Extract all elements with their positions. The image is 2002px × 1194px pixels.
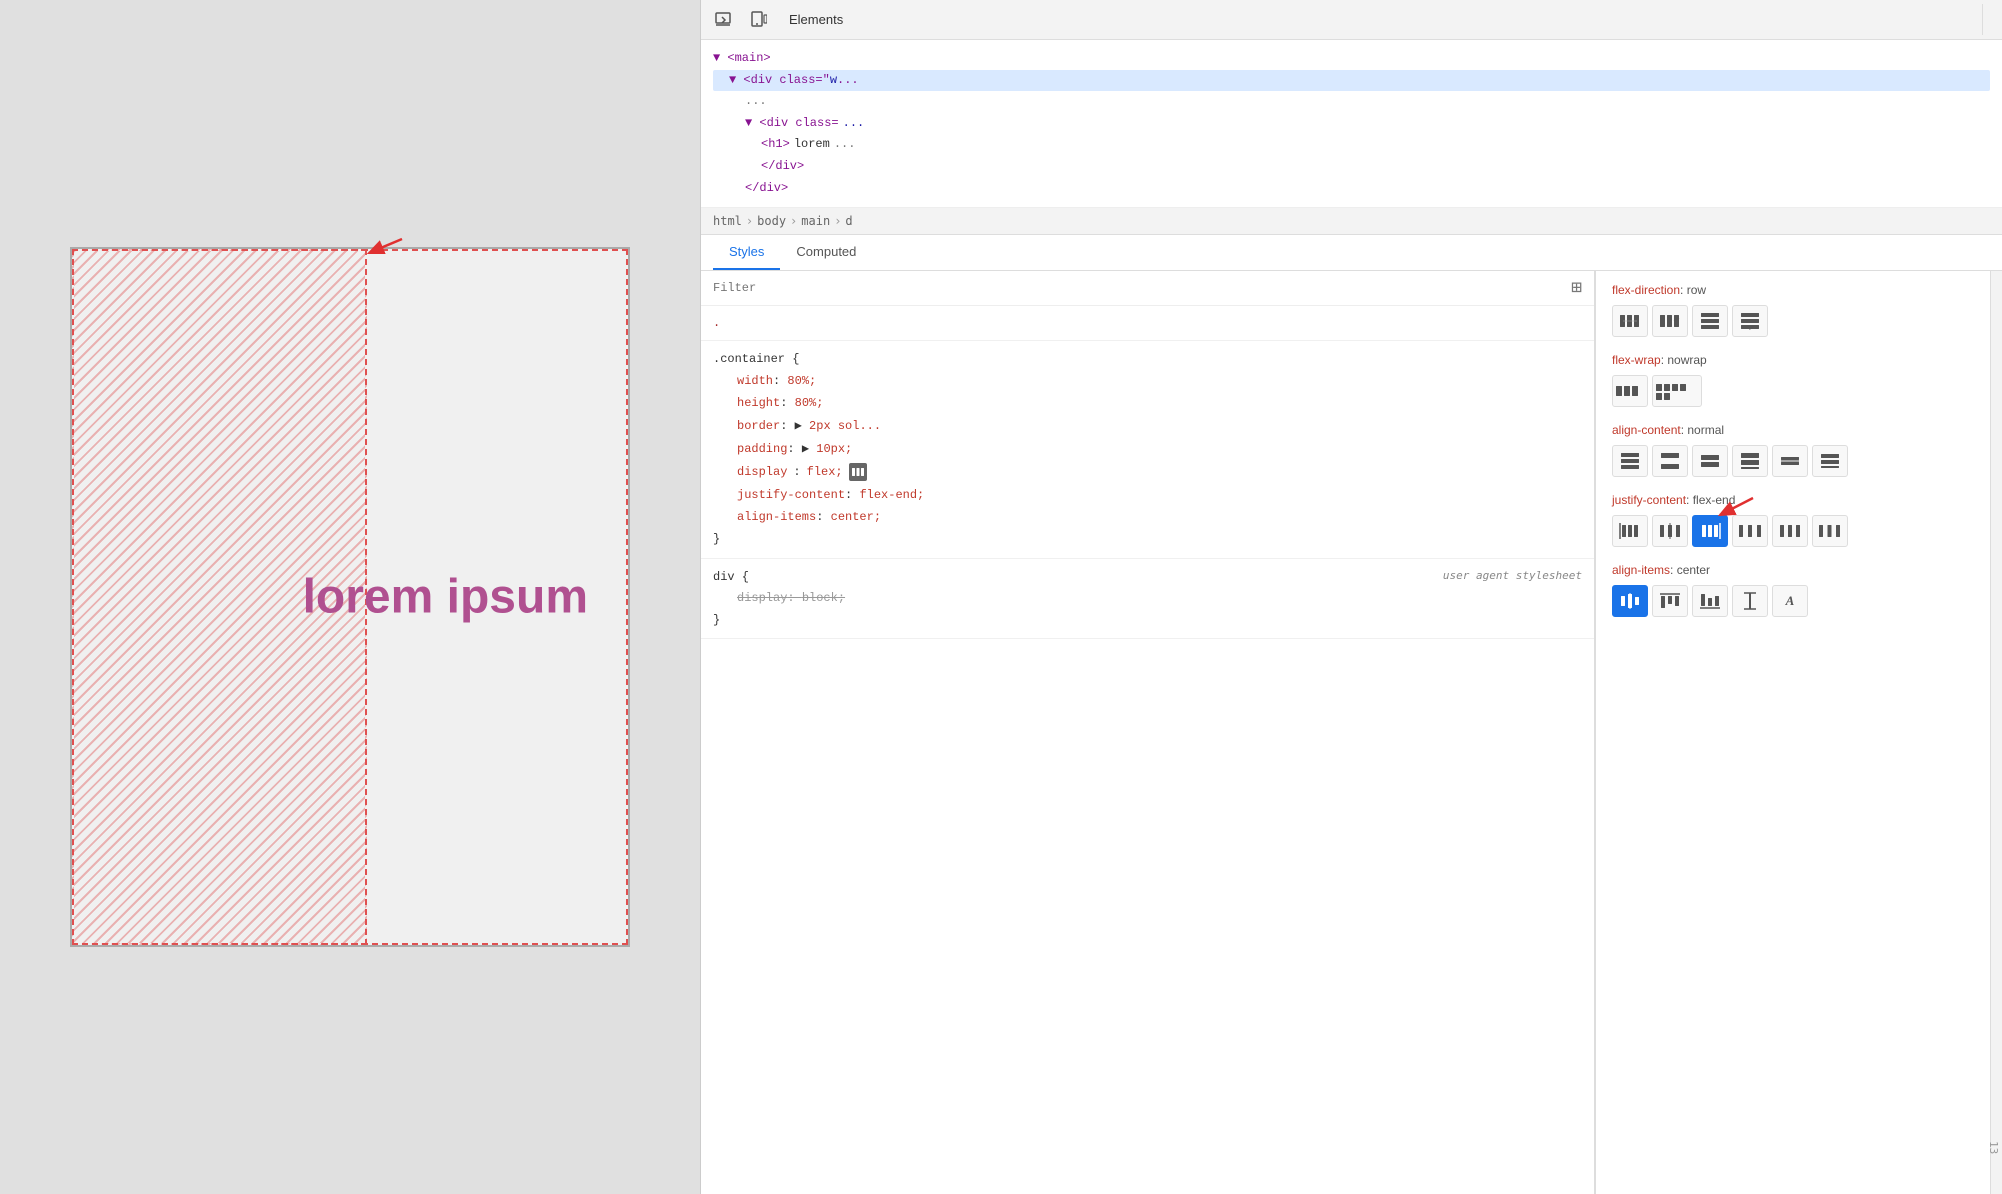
prop-display[interactable]: display: flex;	[737, 461, 1582, 484]
tree-line-div1[interactable]: ▼ <div class="w...	[713, 70, 1990, 92]
css-properties: width: 80%; height: 80%; border: ▶ 2px s…	[713, 370, 1582, 530]
align-items-btn-4[interactable]	[1732, 585, 1768, 617]
flex-wrap-nowrap-btn[interactable]	[1612, 375, 1648, 407]
devtools-tabs: Styles Computed	[701, 235, 2002, 271]
tree-line-ellipsis[interactable]: ...	[713, 91, 1990, 113]
align-items-label: align-items: center	[1612, 563, 1974, 577]
prop-border[interactable]: border: ▶ 2px sol...	[737, 415, 1582, 438]
flex-wrap-icons	[1612, 375, 1974, 407]
breadcrumb: html › body › main › d	[701, 208, 2002, 235]
line-13-indicator: 13	[1987, 1141, 2000, 1154]
tab-styles[interactable]: Styles	[713, 235, 780, 270]
justify-content-btn-4[interactable]	[1732, 515, 1768, 547]
align-items-btn-1[interactable]	[1612, 585, 1648, 617]
partial-dot: .	[713, 314, 1582, 332]
preview-box: lorem ipsum	[70, 247, 630, 947]
justify-content-btn-3[interactable]	[1692, 515, 1728, 547]
devtools-main: ⊞ . .container { width: 80%; height: 80%…	[701, 271, 2002, 1194]
flex-direction-section: flex-direction: row	[1612, 283, 1974, 337]
breadcrumb-html[interactable]: html	[713, 214, 742, 228]
justify-content-label: justify-content: flex-end	[1612, 493, 1974, 507]
align-content-btn-6[interactable]	[1812, 445, 1848, 477]
align-content-label: align-content: normal	[1612, 423, 1974, 437]
devtools-toolbar: Elements	[701, 0, 2002, 40]
prop-width[interactable]: width: 80%;	[737, 370, 1582, 393]
user-agent-comment: user agent stylesheet	[1443, 567, 1582, 587]
inspect-button[interactable]	[709, 6, 737, 34]
tree-line-main[interactable]: ▼ <main>	[713, 48, 1990, 70]
tree-line-h1[interactable]: <h1>lorem...	[713, 134, 1990, 156]
flex-wrap-wrap-btn[interactable]	[1652, 375, 1702, 407]
devtools-scrollbar[interactable]	[1990, 271, 2002, 1194]
tree-line-div-close1[interactable]: </div>	[713, 156, 1990, 178]
prop-align-items[interactable]: align-items: center;	[737, 506, 1582, 529]
brace-close-container: }	[713, 529, 1582, 549]
styles-panel: ⊞ . .container { width: 80%; height: 80%…	[701, 271, 1595, 1194]
align-content-btn-2[interactable]	[1652, 445, 1688, 477]
align-items-btn-3[interactable]	[1692, 585, 1728, 617]
arrow-indicator	[327, 231, 407, 266]
align-items-section: align-items: center	[1612, 563, 1974, 617]
tab-computed[interactable]: Computed	[780, 235, 872, 270]
lorem-ipsum-text: lorem ipsum	[303, 570, 588, 625]
css-rule-div: div { user agent stylesheet display: blo…	[701, 559, 1594, 640]
justify-content-btn-1[interactable]	[1612, 515, 1648, 547]
justify-content-btn-2[interactable]	[1652, 515, 1688, 547]
flex-direction-label: flex-direction: row	[1612, 283, 1974, 297]
selector-div[interactable]: div {	[713, 567, 749, 587]
div-selector-row: div { user agent stylesheet	[713, 567, 1582, 587]
preview-panel: lorem ipsum	[0, 0, 700, 1194]
prop-justify-content[interactable]: justify-content: flex-end;	[737, 484, 1582, 507]
align-items-btn-5[interactable]: A	[1772, 585, 1808, 617]
align-content-section: align-content: normal	[1612, 423, 1974, 477]
flex-dir-row-reverse-btn[interactable]	[1652, 305, 1688, 337]
align-content-btn-1[interactable]	[1612, 445, 1648, 477]
align-content-icons	[1612, 445, 1974, 477]
brace-close-div: }	[713, 610, 1582, 630]
flex-wrap-section: flex-wrap: nowrap	[1612, 353, 1974, 407]
prop-display-block[interactable]: display: block;	[737, 587, 1582, 610]
breadcrumb-d[interactable]: d	[845, 214, 852, 228]
prop-padding[interactable]: padding: ▶ 10px;	[737, 438, 1582, 461]
breadcrumb-main[interactable]: main	[801, 214, 830, 228]
align-content-btn-5[interactable]	[1772, 445, 1808, 477]
div-properties: display: block;	[713, 587, 1582, 610]
active-panel-label: Elements	[781, 12, 851, 27]
css-rule-container: .container { width: 80%; height: 80%; bo…	[701, 341, 1594, 558]
flex-dir-row-btn[interactable]	[1612, 305, 1648, 337]
tree-line-div-close2[interactable]: </div>	[713, 178, 1990, 200]
flex-badge-icon[interactable]	[849, 463, 867, 481]
flex-dir-column-btn[interactable]	[1692, 305, 1728, 337]
filter-input[interactable]	[713, 281, 1563, 295]
flex-inspector-panel: flex-direction: row	[1595, 271, 1990, 1194]
breadcrumb-body[interactable]: body	[757, 214, 786, 228]
prop-height[interactable]: height: 80%;	[737, 392, 1582, 415]
justify-content-icons-row	[1612, 515, 1974, 547]
align-content-btn-3[interactable]	[1692, 445, 1728, 477]
align-items-btn-2[interactable]	[1652, 585, 1688, 617]
align-items-icons: A	[1612, 585, 1974, 617]
filter-bar: ⊞	[701, 271, 1594, 306]
scrollbar-stub	[1982, 4, 1994, 35]
justify-content-btn-6[interactable]	[1812, 515, 1848, 547]
device-button[interactable]	[745, 6, 773, 34]
tree-line-div2[interactable]: ▼ <div class=...	[713, 113, 1990, 135]
css-rule-partial: .	[701, 306, 1594, 341]
flex-grid-icon[interactable]: ⊞	[1571, 277, 1582, 299]
selector-container[interactable]: .container {	[713, 349, 1582, 369]
flex-dir-column-reverse-btn[interactable]	[1732, 305, 1768, 337]
elements-tree: ▼ <main> ▼ <div class="w... ... ▼ <div c…	[701, 40, 2002, 208]
flex-wrap-label: flex-wrap: nowrap	[1612, 353, 1974, 367]
justify-content-btn-5[interactable]	[1772, 515, 1808, 547]
devtools-panel: Elements ▼ <main> ▼ <div class="w... ...…	[700, 0, 2002, 1194]
flex-direction-icons	[1612, 305, 1974, 337]
justify-content-section: justify-content: flex-end	[1612, 493, 1974, 547]
align-content-btn-4[interactable]	[1732, 445, 1768, 477]
